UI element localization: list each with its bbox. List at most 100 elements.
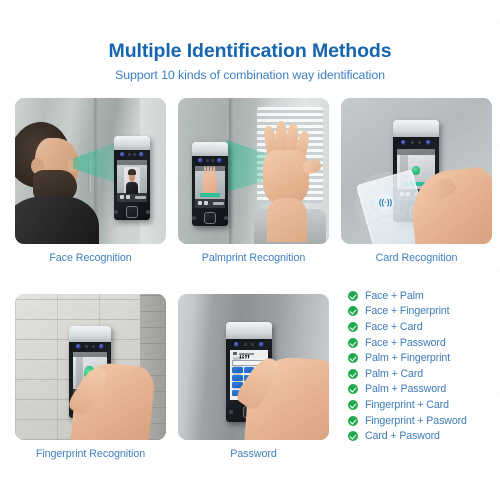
preview-hair [128, 169, 136, 176]
left-touch-key-icon[interactable] [114, 209, 119, 214]
sensor-dot-icon [251, 343, 255, 346]
hand-typing [233, 352, 329, 440]
combination-label: Face + Palm [365, 289, 424, 302]
sensor-dot-icon [243, 343, 247, 346]
list-item: Palm + Card [348, 366, 498, 382]
device-camera-row [69, 342, 111, 352]
device-screen[interactable] [195, 165, 225, 208]
info-icon [126, 195, 131, 200]
card-recognition-image[interactable]: ((·)) [341, 98, 492, 244]
check-circle-icon [348, 415, 358, 426]
sensor-dot-icon [91, 345, 95, 349]
panel-row-1: Face Recognition Palmprint Recognition (… [15, 98, 493, 264]
left-touch-key-icon[interactable] [228, 410, 233, 414]
screen-status-bar [397, 148, 435, 155]
list-item: Fingerprint + Pasword [348, 413, 498, 429]
check-circle-icon [348, 384, 358, 395]
combination-label: Card + Pasword [365, 430, 440, 443]
preview-palm [202, 172, 218, 196]
info-icon [120, 195, 125, 200]
sensor-dot-icon [410, 141, 414, 145]
device-camera-row [226, 339, 272, 350]
sensor-dot-icon [133, 153, 137, 157]
check-circle-icon [348, 337, 358, 348]
person-shoulders [15, 196, 99, 244]
list-item: Palm + Password [348, 382, 498, 398]
preview-body [126, 181, 138, 194]
info-icon [198, 201, 203, 206]
screen-face-preview [124, 167, 140, 194]
rgb-camera-icon [98, 344, 104, 350]
ir-camera-icon [233, 342, 239, 347]
sensor-dot-icon [205, 159, 209, 163]
verify-success-icon [412, 165, 420, 176]
left-touch-key-icon[interactable] [192, 215, 197, 220]
fingerprint-sensor-icon[interactable] [126, 205, 138, 218]
fingerprint-sensor-icon[interactable] [204, 211, 216, 224]
sensor-dot-icon [127, 153, 131, 157]
device-camera-row [192, 156, 228, 165]
info-text-placeholder [213, 201, 224, 205]
device-top-bar [114, 136, 150, 151]
list-item: Face + Palm [348, 288, 498, 304]
combination-label: Palm + Card [365, 367, 424, 380]
device-screen[interactable] [117, 159, 147, 202]
check-circle-icon [348, 321, 358, 332]
device-bottom-bar [192, 209, 228, 226]
right-touch-key-icon[interactable] [145, 209, 150, 214]
screen-status-bar [72, 351, 108, 358]
combination-label: Palm + Password [365, 383, 447, 396]
list-item: Palm + Fingerprint [348, 350, 498, 366]
right-touch-key-icon[interactable] [223, 215, 228, 220]
page-header: Multiple Identification Methods Support … [0, 0, 500, 82]
ir-camera-icon [197, 158, 203, 164]
device-camera-row [393, 137, 439, 148]
device-top-bar [226, 322, 272, 339]
list-item: Face + Card [348, 319, 498, 335]
check-circle-icon [348, 368, 358, 379]
info-text-placeholder [135, 195, 146, 199]
caption-password: Password [230, 448, 277, 460]
info-icon [204, 201, 209, 206]
face-recognition-image[interactable] [15, 98, 166, 244]
panel-cell-palmprint: Palmprint Recognition [178, 98, 329, 264]
fingerprint-recognition-image[interactable] [15, 294, 166, 440]
combination-label: Face + Fingerprint [365, 305, 450, 318]
list-item: Face + Fingerprint [348, 304, 498, 320]
screen-status-bar [117, 159, 147, 165]
password-image[interactable] [178, 294, 329, 440]
combination-label: Face + Password [365, 336, 446, 349]
combination-label: Palm + Fingerprint [365, 352, 451, 365]
device-camera-row [114, 150, 150, 159]
palmprint-recognition-image[interactable] [178, 98, 329, 244]
screen-info-bar [195, 199, 225, 208]
ir-camera-icon [400, 140, 406, 146]
check-circle-icon [348, 290, 358, 301]
user-icon [233, 352, 238, 355]
keypad-key[interactable] [232, 367, 243, 374]
rgb-camera-icon [217, 158, 223, 164]
screen-palm-preview [202, 166, 218, 196]
caption-face-recognition: Face Recognition [49, 252, 132, 264]
panel-cell-card: ((·)) Card Recognition [341, 98, 492, 264]
face-terminal-device[interactable] [114, 136, 150, 220]
combination-label: Fingerprint + Card [365, 398, 449, 411]
panel-cell-fingerprint: Fingerprint Recognition [15, 294, 166, 460]
keypad-key[interactable] [232, 374, 243, 381]
scan-progress-bar [199, 193, 221, 197]
device-top-bar [69, 326, 111, 342]
check-circle-icon [348, 306, 358, 317]
ir-camera-icon [76, 344, 82, 350]
panel-cell-password: Password [178, 294, 329, 460]
sensor-dot-icon [418, 141, 422, 145]
list-item: Fingerprint + Card [348, 397, 498, 413]
caption-fingerprint-recognition: Fingerprint Recognition [35, 448, 146, 460]
palm-terminal-device[interactable] [192, 142, 228, 226]
combination-methods-list: Face + Palm Face + Fingerprint Face + Ca… [348, 288, 498, 444]
check-circle-icon [348, 399, 358, 410]
combination-label: Fingerprint + Pasword [365, 414, 467, 427]
rfid-symbol-icon: ((·)) [377, 194, 394, 211]
check-circle-icon [348, 431, 358, 442]
caption-card-recognition: Card Recognition [375, 252, 458, 264]
ir-camera-icon [119, 152, 125, 158]
